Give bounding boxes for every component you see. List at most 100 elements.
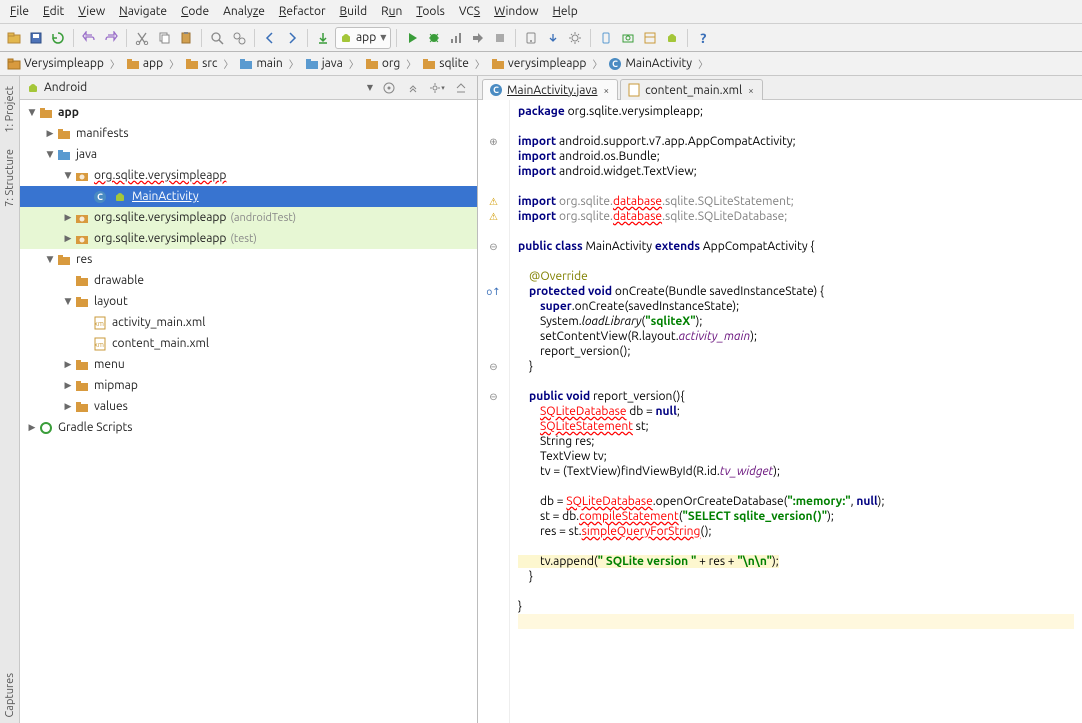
tree-gradle[interactable]: ▶Gradle Scripts — [20, 417, 477, 438]
tab-captures[interactable]: Captures — [2, 667, 18, 723]
device-button[interactable] — [596, 28, 616, 48]
warning-icon[interactable]: ⚠ — [478, 209, 509, 224]
screenshot-button[interactable] — [618, 28, 638, 48]
code-editor[interactable]: ⊕ ⚠ ⚠ ⊖ o↑ ⊖ ⊖ package org.sqlite.verysi… — [478, 100, 1082, 723]
menu-tools[interactable]: Tools — [410, 3, 451, 20]
tree-toggle[interactable]: ▶ — [62, 401, 74, 412]
menu-build[interactable]: Build — [334, 3, 374, 20]
debug-button[interactable] — [424, 28, 444, 48]
menu-analyze[interactable]: Analyze — [217, 3, 271, 20]
tree-toggle[interactable]: ▼ — [26, 107, 38, 118]
tab-project[interactable]: 1: Project — [2, 80, 18, 139]
hide-icon[interactable] — [451, 78, 471, 98]
open-button[interactable] — [4, 28, 24, 48]
gear-icon[interactable]: ▾ — [427, 78, 447, 98]
tab-structure[interactable]: 7: Structure — [2, 143, 18, 213]
tree-java[interactable]: ▼java — [20, 144, 477, 165]
tree-toggle[interactable]: ▼ — [62, 296, 74, 307]
editor-gutter[interactable]: ⊕ ⚠ ⚠ ⊖ o↑ ⊖ ⊖ — [478, 100, 510, 723]
close-tab-icon[interactable]: × — [748, 85, 754, 96]
editor-tab-contentmain[interactable]: content_main.xml × — [620, 79, 763, 100]
tree-toggle[interactable]: ▼ — [44, 254, 56, 265]
paste-button[interactable] — [176, 28, 196, 48]
undo-button[interactable] — [79, 28, 99, 48]
settings-button[interactable] — [565, 28, 585, 48]
tree-toggle[interactable]: ▶ — [62, 212, 74, 223]
fold-end-icon[interactable]: ⊖ — [478, 359, 509, 374]
run-config-select[interactable]: app ▼ — [335, 27, 391, 49]
code-text[interactable]: package org.sqlite.verysimpleapp; import… — [510, 100, 1082, 723]
find-button[interactable] — [207, 28, 227, 48]
scroll-from-source-icon[interactable] — [379, 78, 399, 98]
tree-mipmap[interactable]: ▶mipmap — [20, 375, 477, 396]
redo-button[interactable] — [101, 28, 121, 48]
tree-pkg-atest[interactable]: ▶org.sqlite.verysimpleapp(androidTest) — [20, 207, 477, 228]
project-view-select[interactable]: Android ▼ — [26, 81, 373, 95]
profile-button[interactable] — [446, 28, 466, 48]
fold-icon[interactable]: ⊕ — [478, 134, 509, 149]
menu-refactor[interactable]: Refactor — [273, 3, 332, 20]
close-tab-icon[interactable]: × — [603, 85, 609, 96]
menu-run[interactable]: Run — [375, 3, 408, 20]
crumb-main[interactable]: main — [236, 56, 285, 71]
tree-toggle[interactable]: ▼ — [62, 170, 74, 181]
crumb-app[interactable]: app — [123, 56, 166, 71]
tree-toggle[interactable]: ▶ — [62, 233, 74, 244]
make-button[interactable] — [313, 28, 333, 48]
forward-button[interactable] — [282, 28, 302, 48]
editor-tab-mainactivity[interactable]: C MainActivity.java × — [482, 79, 618, 100]
tree-mainactivity[interactable]: CMainActivity — [20, 186, 477, 207]
tree-toggle[interactable]: ▶ — [26, 422, 38, 433]
menu-file[interactable]: File — [4, 3, 35, 20]
collapse-icon[interactable] — [403, 78, 423, 98]
crumb-mainactivity[interactable]: CMainActivity — [605, 56, 695, 72]
menu-help[interactable]: Help — [547, 3, 584, 20]
tree-toggle[interactable]: ▶ — [62, 359, 74, 370]
warning-icon[interactable]: ⚠ — [478, 194, 509, 209]
crumb-java[interactable]: java — [302, 56, 346, 71]
help-button[interactable]: ? — [693, 28, 713, 48]
stop-button[interactable] — [490, 28, 510, 48]
tree-content-main-xml[interactable]: xmlcontent_main.xml — [20, 333, 477, 354]
menu-vcs[interactable]: VCS — [453, 3, 486, 20]
crumb-src[interactable]: src — [182, 56, 220, 71]
tree-values[interactable]: ▶values — [20, 396, 477, 417]
back-button[interactable] — [260, 28, 280, 48]
breadcrumb: Verysimpleapp 〉 app 〉 src 〉 main 〉 java … — [0, 52, 1082, 76]
tree-toggle[interactable]: ▶ — [62, 380, 74, 391]
fold-icon[interactable]: ⊖ — [478, 389, 509, 404]
run-button[interactable] — [402, 28, 422, 48]
tree-toggle[interactable]: ▶ — [44, 128, 56, 139]
tree-app[interactable]: ▼app — [20, 102, 477, 123]
crumb-org[interactable]: org — [362, 56, 403, 71]
override-icon[interactable]: o↑ — [478, 284, 509, 299]
sdk-button[interactable] — [543, 28, 563, 48]
menu-edit[interactable]: Edit — [37, 3, 70, 20]
menu-window[interactable]: Window — [488, 3, 544, 20]
tree-toggle[interactable]: ▼ — [44, 149, 56, 160]
tree-drawable[interactable]: drawable — [20, 270, 477, 291]
crumb-sqlite[interactable]: sqlite — [419, 56, 472, 71]
tree-menu[interactable]: ▶menu — [20, 354, 477, 375]
fold-icon[interactable]: ⊖ — [478, 239, 509, 254]
crumb-verysimpleapp[interactable]: verysimpleapp — [488, 56, 590, 71]
menu-code[interactable]: Code — [175, 3, 215, 20]
tree-pkg-main[interactable]: ▼org.sqlite.verysimpleapp — [20, 165, 477, 186]
menu-navigate[interactable]: Navigate — [113, 3, 173, 20]
avd-button[interactable] — [521, 28, 541, 48]
crumb-project[interactable]: Verysimpleapp — [4, 56, 107, 71]
copy-button[interactable] — [154, 28, 174, 48]
attach-button[interactable] — [468, 28, 488, 48]
save-button[interactable] — [26, 28, 46, 48]
replace-button[interactable] — [229, 28, 249, 48]
tree-activity-main-xml[interactable]: xmlactivity_main.xml — [20, 312, 477, 333]
layout-inspector-button[interactable] — [640, 28, 660, 48]
android-button[interactable] — [662, 28, 682, 48]
tree-layout[interactable]: ▼layout — [20, 291, 477, 312]
cut-button[interactable] — [132, 28, 152, 48]
sync-button[interactable] — [48, 28, 68, 48]
tree-res[interactable]: ▼res — [20, 249, 477, 270]
tree-manifests[interactable]: ▶manifests — [20, 123, 477, 144]
menu-view[interactable]: View — [72, 3, 111, 20]
tree-pkg-test[interactable]: ▶org.sqlite.verysimpleapp(test) — [20, 228, 477, 249]
